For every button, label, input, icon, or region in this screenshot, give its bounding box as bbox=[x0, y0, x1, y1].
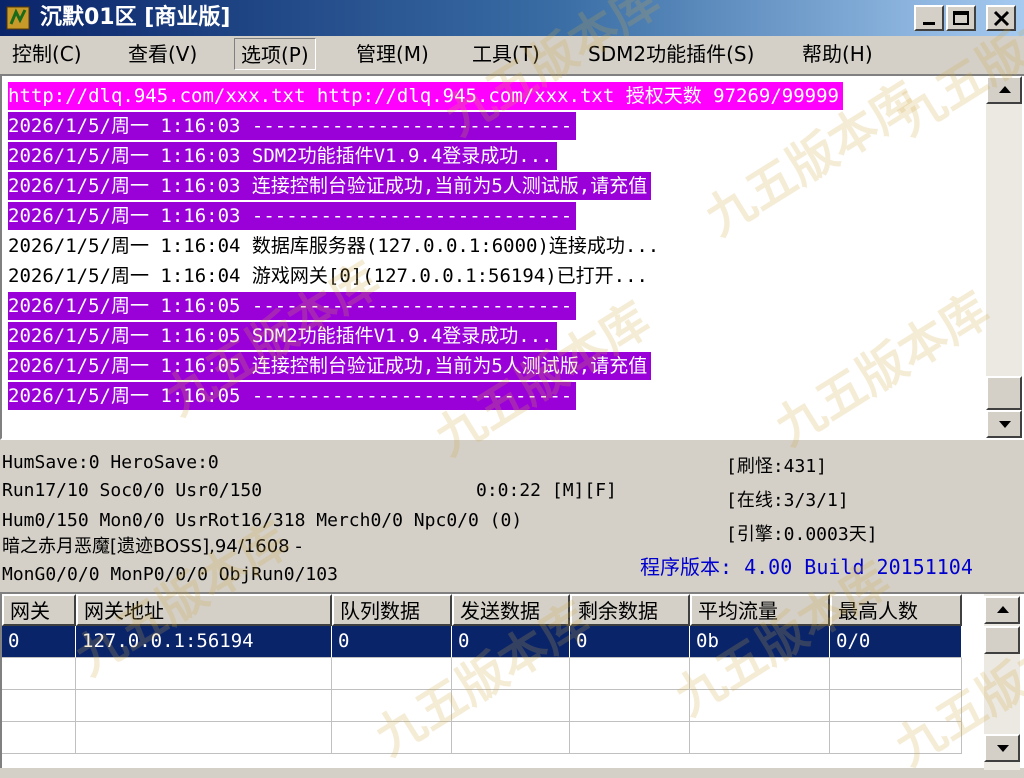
gateway-grid[interactable]: 网关 网关地址 队列数据 发送数据 剩余数据 平均流量 最高人数 0 127.0… bbox=[0, 592, 1024, 770]
col-header-max-users[interactable]: 最高人数 bbox=[830, 594, 962, 626]
refresh-monster-count: [刷怪:431] bbox=[726, 456, 828, 477]
empty-cell[interactable] bbox=[332, 722, 452, 754]
empty-cell[interactable] bbox=[830, 658, 962, 690]
log-scrollbar[interactable] bbox=[986, 76, 1022, 438]
menu-help[interactable]: 帮助(H) bbox=[796, 38, 879, 70]
empty-cell[interactable] bbox=[452, 722, 570, 754]
arrow-up-icon bbox=[999, 86, 1011, 93]
boss-info: 暗之赤月恶魔[遗迹BOSS],94/1608 - bbox=[2, 536, 302, 557]
empty-cell[interactable] bbox=[2, 722, 76, 754]
log-line: 2026/1/5/周一 1:16:03 --------------------… bbox=[8, 112, 577, 140]
grid-scroll-up-button[interactable] bbox=[984, 596, 1020, 624]
log-scroll-up-button[interactable] bbox=[986, 76, 1022, 104]
empty-cell[interactable] bbox=[452, 658, 570, 690]
version-label: 程序版本: 4.00 Build 20151104 bbox=[640, 555, 973, 579]
uptime-timer: 0:0:22 [M][F] bbox=[476, 480, 617, 501]
close-icon bbox=[993, 10, 1010, 27]
empty-cell[interactable] bbox=[76, 722, 332, 754]
log-line: 2026/1/5/周一 1:16:03 连接控制台验证成功,当前为5人测试版,请… bbox=[8, 172, 652, 200]
log-panel[interactable]: http://dlq.945.com/xxx.txt http://dlq.94… bbox=[0, 74, 1024, 440]
log-line: 2026/1/5/周一 1:16:05 --------------------… bbox=[8, 292, 577, 320]
grid-scroll-down-button[interactable] bbox=[984, 734, 1020, 762]
empty-cell[interactable] bbox=[332, 690, 452, 722]
minimize-button[interactable] bbox=[914, 5, 944, 31]
col-header-address[interactable]: 网关地址 bbox=[76, 594, 332, 626]
grid-scrollbar[interactable] bbox=[984, 594, 1020, 770]
col-header-avg-traffic[interactable]: 平均流量 bbox=[690, 594, 830, 626]
save-stats: HumSave:0 HeroSave:0 bbox=[2, 452, 219, 473]
close-button[interactable] bbox=[986, 5, 1016, 31]
cell-avg-traffic[interactable]: 0b bbox=[690, 626, 830, 658]
arrow-up-icon bbox=[997, 606, 1009, 613]
col-header-queue[interactable]: 队列数据 bbox=[332, 594, 452, 626]
empty-cell[interactable] bbox=[570, 722, 690, 754]
cell-gateway[interactable]: 0 bbox=[2, 626, 76, 658]
empty-cell[interactable] bbox=[2, 690, 76, 722]
menu-view[interactable]: 查看(V) bbox=[122, 38, 203, 70]
cell-remaining[interactable]: 0 bbox=[570, 626, 690, 658]
empty-cell[interactable] bbox=[690, 690, 830, 722]
empty-cell[interactable] bbox=[830, 722, 962, 754]
object-stats: Hum0/150 Mon0/0 UsrRot16/318 Merch0/0 Np… bbox=[2, 510, 523, 531]
empty-cell[interactable] bbox=[570, 690, 690, 722]
col-header-sent[interactable]: 发送数据 bbox=[452, 594, 570, 626]
cell-queue[interactable]: 0 bbox=[332, 626, 452, 658]
menu-control[interactable]: 控制(C) bbox=[6, 38, 88, 70]
empty-cell[interactable] bbox=[76, 690, 332, 722]
log-scroll-thumb[interactable] bbox=[986, 376, 1022, 410]
log-line: 2026/1/5/周一 1:16:03 SDM2功能插件V1.9.4登录成功..… bbox=[8, 142, 557, 170]
arrow-down-icon bbox=[999, 421, 1011, 428]
menu-options[interactable]: 选项(P) bbox=[234, 38, 316, 70]
menu-bar: 控制(C) 查看(V) 选项(P) 管理(M) 工具(T) SDM2功能插件(S… bbox=[0, 36, 1024, 74]
cell-sent[interactable]: 0 bbox=[452, 626, 570, 658]
menu-tools[interactable]: 工具(T) bbox=[466, 38, 546, 70]
engine-days: [引擎:0.0003天] bbox=[726, 524, 878, 545]
empty-cell[interactable] bbox=[76, 658, 332, 690]
cell-address[interactable]: 127.0.0.1:56194 bbox=[76, 626, 332, 658]
empty-cell[interactable] bbox=[452, 690, 570, 722]
title-bar[interactable]: 沉默01区 [商业版] bbox=[0, 0, 1024, 36]
online-count: [在线:3/3/1] bbox=[726, 490, 849, 511]
empty-cell[interactable] bbox=[570, 658, 690, 690]
empty-cell[interactable] bbox=[332, 658, 452, 690]
monster-stats: MonG0/0/0 MonP0/0/0 ObjRun0/103 bbox=[2, 564, 338, 585]
maximize-icon bbox=[953, 11, 969, 25]
empty-cell[interactable] bbox=[690, 658, 830, 690]
log-scroll-down-button[interactable] bbox=[986, 410, 1022, 438]
arrow-down-icon bbox=[997, 745, 1009, 752]
log-line: 2026/1/5/周一 1:16:04 游戏网关[0](127.0.0.1:56… bbox=[8, 265, 648, 287]
log-line: http://dlq.945.com/xxx.txt http://dlq.94… bbox=[8, 82, 843, 110]
empty-cell[interactable] bbox=[2, 658, 76, 690]
log-line: 2026/1/5/周一 1:16:04 数据库服务器(127.0.0.1:600… bbox=[8, 235, 660, 257]
menu-sdm2-plugin[interactable]: SDM2功能插件(S) bbox=[582, 38, 760, 70]
window-title: 沉默01区 [商业版] bbox=[40, 5, 231, 30]
log-line: 2026/1/5/周一 1:16:03 --------------------… bbox=[8, 202, 577, 230]
grid-scroll-thumb[interactable] bbox=[984, 626, 1020, 654]
minimize-icon bbox=[923, 22, 935, 25]
run-stats: Run17/10 Soc0/0 Usr0/150 bbox=[2, 480, 263, 501]
col-header-remaining[interactable]: 剩余数据 bbox=[570, 594, 690, 626]
col-header-gateway[interactable]: 网关 bbox=[2, 594, 76, 626]
cell-max-users[interactable]: 0/0 bbox=[830, 626, 962, 658]
log-line: 2026/1/5/周一 1:16:05 SDM2功能插件V1.9.4登录成功..… bbox=[8, 322, 557, 350]
empty-cell[interactable] bbox=[830, 690, 962, 722]
maximize-button[interactable] bbox=[946, 5, 976, 31]
status-panel: HumSave:0 HeroSave:0 Run17/10 Soc0/0 Usr… bbox=[0, 442, 1024, 592]
app-icon bbox=[6, 6, 30, 30]
menu-manage[interactable]: 管理(M) bbox=[350, 38, 435, 70]
log-line: 2026/1/5/周一 1:16:05 --------------------… bbox=[8, 382, 577, 410]
empty-cell[interactable] bbox=[690, 722, 830, 754]
log-line: 2026/1/5/周一 1:16:05 连接控制台验证成功,当前为5人测试版,请… bbox=[8, 352, 652, 380]
